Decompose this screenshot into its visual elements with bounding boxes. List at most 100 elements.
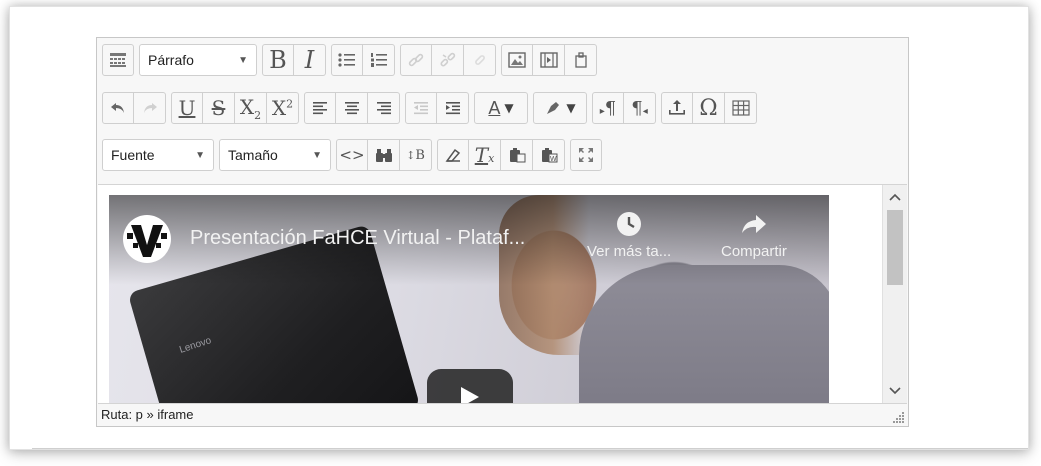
toolbar-row-3: Fuente ▼ Tamaño ▼ <> ↕B Tx W	[102, 138, 607, 172]
html-source-button[interactable]: <>	[336, 139, 368, 171]
indent-button[interactable]	[437, 92, 469, 124]
link-button[interactable]	[400, 44, 432, 76]
image-icon	[508, 52, 526, 68]
scrollbar-thumb[interactable]	[887, 210, 903, 285]
fullscreen-button[interactable]	[570, 139, 602, 171]
subscript-base: X	[239, 94, 255, 119]
channel-logo[interactable]	[123, 215, 171, 263]
video-title[interactable]: Presentación FaHCE Virtual - Plataf...	[190, 227, 525, 250]
resize-grip-icon[interactable]	[893, 411, 905, 423]
align-right-button[interactable]	[368, 92, 400, 124]
chevron-down-icon: ▼	[566, 101, 576, 115]
channel-logo-icon	[127, 225, 167, 257]
align-left-icon	[313, 102, 327, 115]
chevron-down-icon[interactable]	[883, 381, 907, 401]
chevron-down-icon: ▼	[504, 101, 514, 115]
paste-text-button[interactable]	[501, 139, 533, 171]
strikethrough-button[interactable]: S	[203, 92, 235, 124]
background-color-button[interactable]: ▼	[533, 92, 587, 124]
superscript-button[interactable]: X2	[267, 92, 299, 124]
font-family-select[interactable]: Fuente ▼	[102, 139, 214, 171]
anchor-icon	[474, 55, 485, 65]
rtl-arrow: ◂	[642, 105, 648, 117]
replace-letter: B	[415, 147, 425, 163]
replace-icon: ↕B	[406, 148, 425, 163]
align-center-button[interactable]	[336, 92, 368, 124]
ltr-pilcrow: ¶	[604, 97, 617, 119]
font-size-value: Tamaño	[228, 147, 278, 163]
find-button[interactable]	[368, 139, 400, 171]
unlink-button[interactable]	[432, 44, 464, 76]
editor-statusbar: Ruta: p » iframe	[98, 403, 907, 425]
font-color-button[interactable]: A ▼	[474, 92, 528, 124]
align-right-icon	[376, 102, 391, 115]
superscript-base: X	[271, 96, 287, 120]
rtl-icon: ¶◂	[631, 98, 647, 119]
unordered-list-icon	[338, 53, 355, 67]
rtl-button[interactable]: ¶◂	[624, 92, 656, 124]
share-button[interactable]: Compartir	[721, 211, 787, 260]
share-label: Compartir	[721, 243, 787, 260]
accessibility-checker-button[interactable]	[661, 92, 693, 124]
omega-icon: Ω	[699, 95, 718, 121]
editor-scrollbar[interactable]	[882, 185, 907, 403]
indent-icon	[445, 102, 460, 115]
special-char-button[interactable]: Ω	[693, 92, 725, 124]
toolbar-toggle-icon	[110, 53, 126, 67]
subscript-button[interactable]: X2	[235, 92, 267, 124]
insert-media-button[interactable]	[533, 44, 565, 76]
chevron-down-icon: ▼	[195, 149, 205, 161]
link-icon	[408, 53, 424, 67]
remove-format-button[interactable]	[437, 139, 469, 171]
unordered-list-button[interactable]	[331, 44, 363, 76]
code-icon: <>	[339, 146, 365, 164]
font-family-value: Fuente	[111, 147, 155, 163]
video-frame-person	[579, 265, 829, 403]
table-icon	[731, 100, 750, 116]
element-path[interactable]: Ruta: p » iframe	[101, 407, 194, 422]
clear-format-icon: Tx	[475, 143, 495, 167]
strikethrough-icon: S	[211, 96, 226, 120]
redo-button[interactable]	[134, 92, 166, 124]
play-icon	[461, 387, 479, 403]
editor-content[interactable]: Lenovo Presentación FaHCE Virtual - Plat…	[98, 184, 907, 403]
underline-button[interactable]: U	[171, 92, 203, 124]
italic-button[interactable]: I	[294, 44, 326, 76]
clear-format-letter: T	[474, 143, 489, 167]
subscript-icon: X2	[240, 95, 261, 122]
insert-table-button[interactable]	[725, 92, 757, 124]
chevron-up-icon[interactable]	[883, 187, 907, 207]
fullscreen-icon	[579, 148, 593, 162]
paragraph-format-select[interactable]: Párrafo ▼	[139, 44, 257, 76]
files-icon	[574, 52, 587, 68]
clear-format-button[interactable]: Tx	[469, 139, 501, 171]
eraser-icon	[445, 148, 461, 162]
anchor-button[interactable]	[464, 44, 496, 76]
binoculars-icon	[375, 149, 392, 162]
paste-text-icon	[509, 148, 525, 163]
bold-button[interactable]: B	[262, 44, 294, 76]
italic-icon: I	[304, 46, 315, 74]
align-left-button[interactable]	[304, 92, 336, 124]
outdent-button[interactable]	[405, 92, 437, 124]
toolbar-row-2: U S X2 X2 A ▼ ▼ ▸¶ ¶◂ Ω	[102, 91, 762, 125]
clock-icon	[617, 212, 642, 236]
embedded-video[interactable]: Lenovo Presentación FaHCE Virtual - Plat…	[109, 195, 829, 403]
ordered-list-icon	[370, 53, 387, 67]
toolbar-toggle-button[interactable]	[102, 44, 134, 76]
manage-files-button[interactable]	[565, 44, 597, 76]
ordered-list-button[interactable]	[363, 44, 395, 76]
font-size-select[interactable]: Tamaño ▼	[219, 139, 331, 171]
play-button[interactable]	[427, 369, 513, 403]
paste-word-button[interactable]: W	[533, 139, 565, 171]
undo-button[interactable]	[102, 92, 134, 124]
clear-format-x: x	[488, 152, 495, 165]
subscript-mark: 2	[254, 108, 262, 122]
highlighter-icon	[547, 102, 560, 114]
paragraph-format-value: Párrafo	[148, 52, 194, 68]
find-replace-button[interactable]: ↕B	[400, 139, 432, 171]
watch-later-button[interactable]: Ver más ta...	[587, 211, 671, 260]
insert-image-button[interactable]	[501, 44, 533, 76]
replace-arrows: ↕	[406, 148, 416, 162]
ltr-button[interactable]: ▸¶	[592, 92, 624, 124]
